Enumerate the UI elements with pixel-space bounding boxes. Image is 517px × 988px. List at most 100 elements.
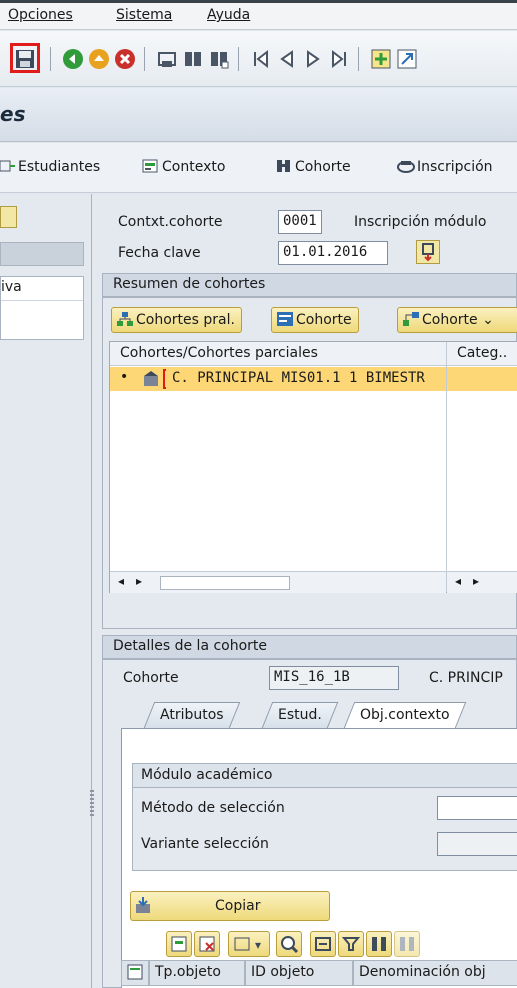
- fecha-clave-field[interactable]: 01.01.2016: [278, 241, 388, 265]
- find-next-icon: [400, 937, 414, 951]
- splitter[interactable]: [92, 194, 102, 988]
- copiar-button[interactable]: Copiar: [130, 891, 330, 921]
- contexto-button[interactable]: Contexto: [142, 158, 225, 175]
- menu-opciones[interactable]: Opciones: [8, 7, 73, 23]
- resumen-title: Resumen de cohortes: [113, 276, 266, 292]
- contexto-label: Contexto: [162, 159, 226, 175]
- separator: [144, 47, 145, 71]
- column-header-categ[interactable]: Categ..: [447, 342, 517, 366]
- scroll-right-icon[interactable]: ▸: [136, 574, 142, 588]
- cohortes-pral-button[interactable]: Cohortes pral.: [111, 307, 242, 333]
- prev-page-icon[interactable]: [276, 48, 298, 70]
- sort-ascending-button[interactable]: [310, 931, 336, 957]
- page-title: es: [0, 102, 26, 126]
- menu-bar: Opciones Sistema Ayuda: [0, 0, 517, 30]
- left-pane-list: iva: [0, 276, 84, 340]
- select-dropdown-button[interactable]: ▾: [228, 931, 270, 957]
- enrollment-icon: [397, 161, 415, 173]
- students-icon: [0, 160, 15, 172]
- splitter-grip[interactable]: [90, 790, 94, 818]
- last-page-icon[interactable]: [328, 48, 350, 70]
- resumen-box: Cohortes pral. Cohorte Cohorte ⌄ Cohorte…: [102, 297, 517, 629]
- tree-row-selected[interactable]: • C. PRINCIPAL MIS01.1 1 BIMESTR: [110, 367, 517, 391]
- copiar-label: Copiar: [215, 898, 261, 914]
- scroll-thumb[interactable]: [160, 576, 290, 590]
- cohorte-detail-button[interactable]: Cohorte: [271, 307, 359, 333]
- back-icon[interactable]: [62, 48, 84, 70]
- cohorte-field[interactable]: MIS_16_1B: [269, 666, 399, 690]
- column-header-cohortes[interactable]: Cohortes/Cohortes parciales: [110, 342, 446, 366]
- cohortes-pral-label: Cohortes pral.: [136, 312, 235, 328]
- print-icon[interactable]: [156, 48, 178, 70]
- column-divider: [446, 342, 447, 592]
- detalles-title: Detalles de la cohorte: [113, 638, 268, 654]
- resumen-header: Resumen de cohortes: [102, 273, 517, 297]
- inscripcion-button[interactable]: Inscripción: [397, 158, 493, 175]
- cohortes-tree: Cohortes/Cohortes parciales Categ.. • C.…: [109, 341, 517, 593]
- left-pane-button[interactable]: [0, 206, 17, 228]
- scroll-left-icon[interactable]: ◂: [455, 574, 461, 588]
- cancel-icon[interactable]: [114, 48, 136, 70]
- shortcut-icon[interactable]: [396, 48, 418, 70]
- inscripcion-modulo-label: Inscripción módulo: [354, 214, 487, 230]
- new-session-icon[interactable]: [370, 48, 392, 70]
- calendar-icon: [422, 243, 434, 262]
- column-header-id-objeto[interactable]: ID objeto: [245, 960, 353, 986]
- save-icon[interactable]: [14, 48, 36, 70]
- filter-button[interactable]: [338, 931, 364, 957]
- estudiantes-button[interactable]: Estudiantes: [0, 158, 100, 175]
- search-icon: [281, 936, 299, 954]
- find-next-icon[interactable]: [208, 48, 230, 70]
- chevron-down-icon: ⌄: [477, 312, 494, 328]
- grid-selector[interactable]: [121, 960, 149, 986]
- menu-sistema[interactable]: Sistema: [116, 7, 172, 23]
- cohort-icon: [144, 371, 158, 386]
- variante-field[interactable]: [437, 832, 517, 856]
- tab-atributos[interactable]: Atributos: [143, 702, 240, 728]
- filter-icon: [341, 937, 361, 951]
- first-page-icon[interactable]: [250, 48, 272, 70]
- cohorte-button[interactable]: Cohorte: [275, 158, 351, 175]
- menu-ayuda[interactable]: Ayuda: [207, 7, 250, 23]
- detalles-header: Detalles de la cohorte: [102, 635, 517, 659]
- scroll-left-icon[interactable]: ◂: [118, 574, 124, 588]
- metodo-label: Método de selección: [141, 800, 285, 816]
- find-button[interactable]: [366, 931, 392, 957]
- contxt-cohorte-field[interactable]: 0001: [278, 210, 322, 234]
- detalles-box: Cohorte MIS_16_1B C. PRINCIP Atributos E…: [102, 659, 517, 988]
- svg-text:▾: ▾: [255, 938, 261, 952]
- separator: [238, 47, 239, 71]
- delete-row-button[interactable]: [194, 931, 220, 957]
- cohorte-dropdown-button[interactable]: Cohorte ⌄: [397, 307, 517, 333]
- scroll-right-icon[interactable]: ▸: [473, 574, 479, 588]
- horizontal-scrollbar-left[interactable]: ◂ ▸: [110, 571, 446, 593]
- tab-estud[interactable]: Estud.: [261, 702, 339, 728]
- find-next-button[interactable]: [394, 931, 420, 957]
- find-icon[interactable]: [182, 48, 204, 70]
- exit-icon[interactable]: [88, 48, 110, 70]
- horizontal-scrollbar-right[interactable]: ◂ ▸: [447, 571, 517, 593]
- application-toolbar: Estudiantes Contexto Cohorte Inscripción: [0, 143, 517, 193]
- column-header-denominacion[interactable]: Denominación obj: [353, 960, 517, 986]
- date-picker-button[interactable]: [416, 240, 440, 264]
- select-icon: ▾: [234, 937, 261, 952]
- inscripcion-label: Inscripción: [417, 159, 493, 175]
- focus-bracket: [163, 369, 166, 389]
- hierarchy-icon: [117, 312, 133, 326]
- tab-atributos-label: Atributos: [160, 707, 224, 723]
- column-header-tp-objeto[interactable]: Tp.objeto: [149, 960, 245, 986]
- left-pane-header: [0, 242, 84, 266]
- tab-obj-contexto-label: Obj.contexto: [360, 707, 450, 723]
- estudiantes-label: Estudiantes: [18, 159, 101, 175]
- cohorte-desc: C. PRINCIP: [429, 670, 503, 686]
- metodo-field[interactable]: [437, 796, 517, 820]
- title-bar: es: [0, 88, 517, 142]
- left-pane-item[interactable]: iva: [1, 277, 83, 301]
- next-page-icon[interactable]: [302, 48, 324, 70]
- search-button[interactable]: [276, 931, 302, 957]
- details-button[interactable]: [166, 931, 192, 957]
- tab-obj-contexto[interactable]: Obj.contexto: [343, 702, 466, 728]
- detail-icon: [277, 312, 293, 326]
- binoculars-icon: [372, 937, 386, 951]
- left-pane: iva: [0, 194, 92, 988]
